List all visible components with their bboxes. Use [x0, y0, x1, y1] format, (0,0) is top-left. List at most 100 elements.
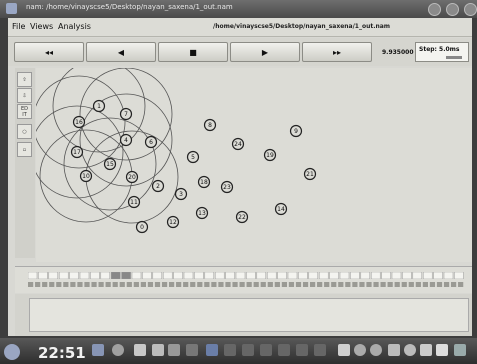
node-24[interactable]: 24 — [231, 137, 245, 151]
timeline-tick — [121, 272, 131, 279]
timeline-tick — [235, 272, 246, 279]
node-13[interactable]: 13 — [195, 206, 209, 220]
node-label: 3 — [179, 191, 183, 198]
menu-analysis[interactable]: Analysis — [58, 22, 91, 31]
node-23[interactable]: 23 — [220, 180, 234, 194]
zoom-out-icon[interactable]: ⇩ — [17, 88, 32, 103]
timeline-segment — [161, 282, 168, 287]
timeline-tick — [391, 272, 402, 279]
wifi-icon[interactable] — [388, 344, 400, 356]
timeline-segment — [197, 282, 203, 287]
timeline-tick — [350, 272, 360, 279]
node-18[interactable]: 18 — [197, 175, 211, 189]
timeline-tick — [69, 272, 79, 279]
node-19[interactable]: 19 — [263, 148, 277, 162]
window-icon-2[interactable] — [224, 344, 236, 356]
cursor-icon[interactable] — [168, 344, 180, 356]
active-window-icon[interactable] — [206, 344, 218, 356]
timeline-segment — [239, 282, 245, 287]
battery-icon[interactable] — [420, 344, 432, 356]
network-icon[interactable] — [370, 344, 382, 356]
node-21[interactable]: 21 — [303, 167, 317, 181]
node-2[interactable]: 2 — [151, 179, 165, 193]
node-14[interactable]: 14 — [274, 202, 288, 216]
node-15[interactable]: 15 — [103, 157, 117, 171]
minimize-icon[interactable] — [428, 3, 441, 16]
step-control[interactable]: Step: 5.0ms — [415, 42, 469, 62]
maximize-icon[interactable] — [446, 3, 459, 16]
node-11[interactable]: 11 — [127, 195, 141, 209]
close-icon[interactable] — [464, 3, 477, 16]
menu-views[interactable]: Views — [30, 22, 53, 31]
workspace-icon[interactable] — [152, 344, 164, 356]
timeline-tick — [58, 272, 69, 279]
window-icon[interactable] — [186, 344, 198, 356]
step-slider[interactable] — [446, 56, 462, 59]
node-16[interactable]: 16 — [72, 115, 86, 129]
node-22[interactable]: 22 — [235, 210, 249, 224]
node-4[interactable]: 4 — [119, 133, 133, 147]
annotation-area[interactable] — [29, 298, 469, 332]
window-icon-5[interactable] — [278, 344, 290, 356]
node-5[interactable]: 5 — [186, 150, 200, 164]
timeline-segment — [401, 282, 407, 287]
timeline-segment — [91, 282, 97, 287]
node-label: 20 — [128, 174, 136, 181]
timeline-tick — [142, 272, 152, 279]
timeline-tick — [28, 272, 38, 279]
node-12[interactable]: 12 — [166, 215, 180, 229]
edit-button[interactable]: ED IT — [17, 104, 32, 119]
display-icon[interactable] — [454, 344, 466, 356]
zoom-in-icon[interactable]: ⇧ — [17, 72, 32, 87]
fast-forward-button[interactable]: ▸▸ — [302, 42, 372, 62]
window-icon-7[interactable] — [314, 344, 326, 356]
terminal-icon[interactable] — [92, 344, 104, 356]
timeline-segment — [359, 282, 365, 287]
power-icon[interactable] — [404, 344, 416, 356]
timeline-segment — [281, 282, 287, 287]
node-17[interactable]: 17 — [70, 145, 84, 159]
network-canvas[interactable]: 01234567891011121314151617181920 21222324 — [36, 68, 472, 262]
files-icon[interactable] — [134, 344, 146, 356]
window-icon-6[interactable] — [296, 344, 308, 356]
node-1[interactable]: 1 — [92, 99, 106, 113]
stop-button[interactable]: ■ — [158, 42, 228, 62]
timeline-scrollbar[interactable] — [28, 281, 464, 288]
node-20[interactable]: 20 — [125, 170, 139, 184]
volume-icon[interactable] — [354, 344, 366, 356]
square-tool-icon[interactable]: ▫ — [17, 142, 32, 157]
node-0[interactable]: 0 — [135, 220, 149, 234]
search-icon[interactable] — [112, 344, 124, 356]
node-9[interactable]: 9 — [289, 124, 303, 138]
node-8[interactable]: 8 — [203, 118, 217, 132]
timeline-tick — [79, 272, 90, 279]
node-3[interactable]: 3 — [174, 187, 188, 201]
rewind-button[interactable]: ◂◂ — [14, 42, 84, 62]
node-7[interactable]: 7 — [119, 107, 133, 121]
timeline-tick — [339, 272, 350, 279]
window-icon-4[interactable] — [260, 344, 272, 356]
node-label: 7 — [124, 111, 128, 118]
timeline-segment — [345, 282, 351, 287]
timeline-segment — [317, 282, 323, 287]
timeline-segment — [169, 282, 175, 287]
timeline-segment — [352, 282, 358, 287]
timeline-segment — [415, 282, 421, 287]
node-label: 4 — [124, 137, 128, 144]
window-icon-3[interactable] — [242, 344, 254, 356]
timeline-segment — [126, 282, 132, 287]
document-icon[interactable] — [338, 344, 350, 356]
timeline-segment — [49, 282, 55, 287]
play-button[interactable]: ▶ — [230, 42, 300, 62]
node-10[interactable]: 10 — [79, 169, 93, 183]
node-label: 5 — [191, 154, 195, 161]
menu-icon[interactable] — [4, 344, 20, 360]
circle-tool-icon[interactable]: ○ — [17, 124, 32, 139]
chart-icon[interactable] — [436, 344, 448, 356]
step-back-button[interactable]: ◀ — [86, 42, 156, 62]
timeline-tick — [194, 272, 204, 279]
timeline-tick — [360, 272, 371, 279]
node-6[interactable]: 6 — [144, 135, 158, 149]
timeline-segment — [267, 282, 273, 287]
menu-file[interactable]: File — [12, 22, 25, 31]
